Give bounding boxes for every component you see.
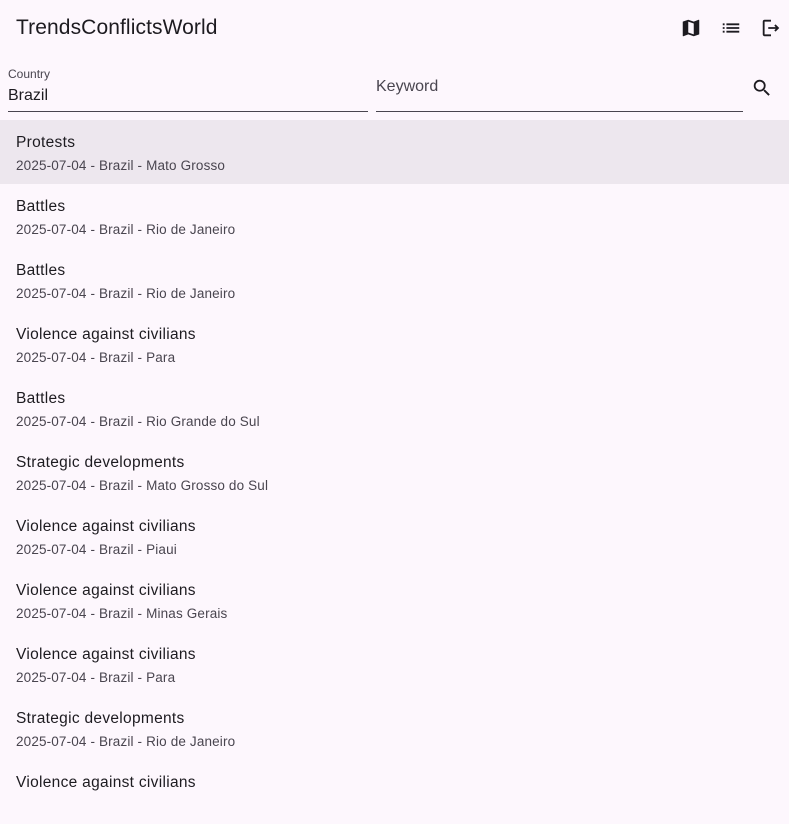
event-type: Violence against civilians — [16, 582, 196, 599]
logout-button[interactable] — [759, 16, 783, 40]
search-bar: Country — [0, 56, 789, 120]
event-details: 2025-07-04 - Brazil - Rio Grande do Sul — [16, 414, 260, 429]
event-details: 2025-07-04 - Brazil - Para — [16, 350, 176, 365]
list-item[interactable]: Protests 2025-07-04 - Brazil - Mato Gros… — [0, 120, 789, 184]
keyword-input[interactable] — [376, 76, 743, 98]
logout-icon — [762, 19, 780, 37]
event-list: Protests 2025-07-04 - Brazil - Mato Gros… — [0, 120, 789, 824]
country-input[interactable] — [8, 85, 368, 107]
event-type: Violence against civilians — [16, 646, 196, 663]
event-type: Violence against civilians — [16, 326, 196, 343]
list-item[interactable]: Violence against civilians 2025-07-04 - … — [0, 568, 789, 632]
event-type: Battles — [16, 262, 66, 279]
map-view-button[interactable] — [679, 16, 703, 40]
list-item[interactable]: Battles 2025-07-04 - Brazil - Rio de Jan… — [0, 248, 789, 312]
country-label: Country — [8, 67, 51, 81]
event-type: Strategic developments — [16, 454, 185, 471]
list-item[interactable]: Battles 2025-07-04 - Brazil - Rio de Jan… — [0, 184, 789, 248]
list-item[interactable]: Violence against civilians 2025-07-04 - … — [0, 312, 789, 376]
event-type: Strategic developments — [16, 710, 185, 727]
list-icon — [722, 23, 740, 33]
map-icon — [682, 19, 700, 37]
event-details: 2025-07-04 - Brazil - Mato Grosso — [16, 158, 226, 173]
list-item[interactable]: Violence against civilians — [0, 760, 789, 824]
keyword-field[interactable] — [376, 64, 743, 112]
list-view-button[interactable] — [719, 16, 743, 40]
event-details: 2025-07-04 - Brazil - Para — [16, 670, 176, 685]
event-details: 2025-07-04 - Brazil - Mato Grosso do Sul — [16, 478, 269, 493]
event-type: Protests — [16, 134, 76, 151]
event-type: Battles — [16, 390, 66, 407]
event-details: 2025-07-04 - Brazil - Rio de Janeiro — [16, 222, 236, 237]
event-type: Battles — [16, 198, 66, 215]
event-details: 2025-07-04 - Brazil - Minas Gerais — [16, 606, 228, 621]
app-title: TrendsConflictsWorld — [16, 16, 218, 39]
event-details: 2025-07-04 - Brazil - Piaui — [16, 542, 177, 557]
event-type: Violence against civilians — [16, 518, 196, 535]
app-bar: TrendsConflictsWorld — [0, 0, 789, 56]
event-type: Violence against civilians — [16, 774, 196, 791]
country-field[interactable]: Country — [8, 64, 368, 112]
search-button[interactable] — [750, 76, 774, 100]
event-details: 2025-07-04 - Brazil - Rio de Janeiro — [16, 286, 236, 301]
list-item[interactable]: Violence against civilians 2025-07-04 - … — [0, 632, 789, 696]
search-icon — [753, 79, 770, 96]
event-details: 2025-07-04 - Brazil - Rio de Janeiro — [16, 734, 236, 749]
list-item[interactable]: Strategic developments 2025-07-04 - Braz… — [0, 696, 789, 760]
list-item[interactable]: Battles 2025-07-04 - Brazil - Rio Grande… — [0, 376, 789, 440]
list-item[interactable]: Strategic developments 2025-07-04 - Braz… — [0, 440, 789, 504]
list-item[interactable]: Violence against civilians 2025-07-04 - … — [0, 504, 789, 568]
